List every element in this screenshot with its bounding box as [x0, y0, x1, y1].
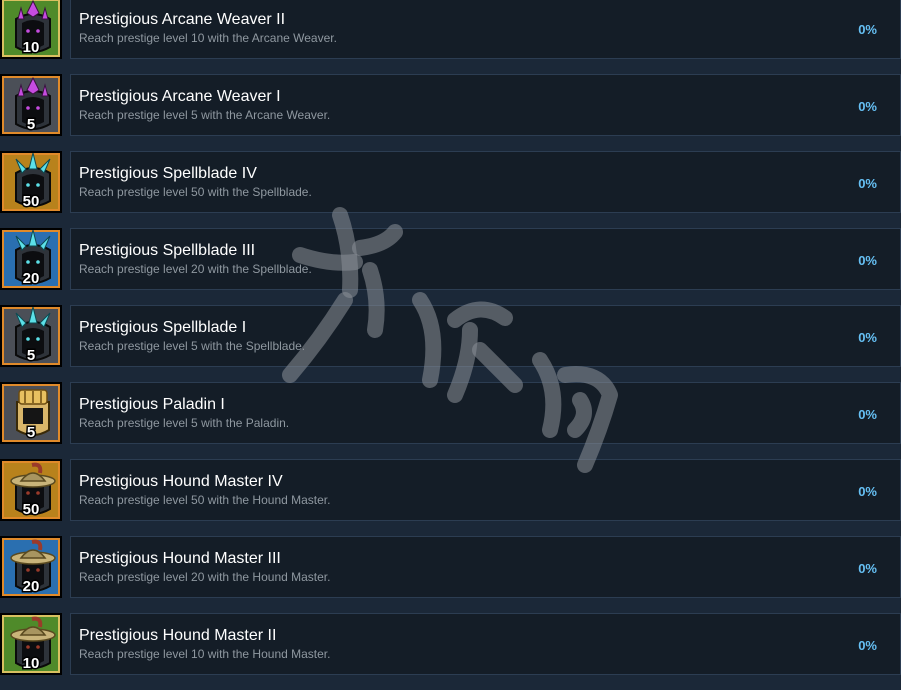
achievement-title: Prestigious Hound Master III [79, 550, 281, 567]
arcane-weaver-icon: 5 [0, 74, 62, 136]
achievement-description: Reach prestige level 50 with the Hound M… [79, 493, 331, 507]
spellblade-icon: 20 [0, 228, 62, 290]
achievement-row[interactable]: 20 Prestigious Hound Master III Reach pr… [0, 536, 901, 613]
achievement-progress: 0% [858, 484, 877, 499]
svg-text:5: 5 [27, 347, 35, 364]
achievement-title: Prestigious Paladin I [79, 396, 225, 413]
achievement-row[interactable]: 10 Prestigious Arcane Weaver II Reach pr… [0, 0, 901, 74]
achievement-row[interactable]: 20 Prestigious Spellblade III Reach pres… [0, 228, 901, 305]
achievement-description: Reach prestige level 20 with the Hound M… [79, 570, 331, 584]
achievement-panel[interactable]: Prestigious Hound Master III Reach prest… [70, 536, 901, 598]
achievement-progress: 0% [858, 407, 877, 422]
spellblade-icon: 50 [0, 151, 62, 213]
achievement-description: Reach prestige level 10 with the Hound M… [79, 647, 331, 661]
paladin-icon: 5 [0, 382, 62, 444]
achievement-description: Reach prestige level 50 with the Spellbl… [79, 185, 312, 199]
achievement-progress: 0% [858, 22, 877, 37]
achievement-title: Prestigious Hound Master II [79, 627, 277, 644]
achievement-panel[interactable]: Prestigious Spellblade III Reach prestig… [70, 228, 901, 290]
achievement-description: Reach prestige level 5 with the Paladin. [79, 416, 290, 430]
achievement-panel[interactable]: Prestigious Hound Master IV Reach presti… [70, 459, 901, 521]
achievement-description: Reach prestige level 5 with the Arcane W… [79, 108, 331, 122]
hound-master-icon: 20 [0, 536, 62, 598]
achievement-panel[interactable]: Prestigious Paladin I Reach prestige lev… [70, 382, 901, 444]
achievement-title: Prestigious Spellblade IV [79, 165, 257, 182]
achievement-progress: 0% [858, 99, 877, 114]
achievement-progress: 0% [858, 561, 877, 576]
svg-text:20: 20 [23, 578, 40, 595]
svg-text:10: 10 [23, 655, 40, 672]
arcane-weaver-icon: 10 [0, 0, 62, 59]
achievement-row[interactable]: 10 Prestigious Hound Master II Reach pre… [0, 613, 901, 690]
achievement-progress: 0% [858, 253, 877, 268]
achievement-title: Prestigious Arcane Weaver II [79, 11, 286, 28]
achievement-panel[interactable]: Prestigious Hound Master II Reach presti… [70, 613, 901, 675]
achievement-title: Prestigious Arcane Weaver I [79, 88, 281, 105]
hound-master-icon: 50 [0, 459, 62, 521]
achievement-title: Prestigious Spellblade I [79, 319, 247, 336]
achievement-progress: 0% [858, 638, 877, 653]
achievement-panel[interactable]: Prestigious Spellblade I Reach prestige … [70, 305, 901, 367]
achievement-row[interactable]: 5 Prestigious Arcane Weaver I Reach pres… [0, 74, 901, 151]
achievement-description: Reach prestige level 10 with the Arcane … [79, 31, 337, 45]
svg-text:5: 5 [27, 116, 35, 133]
hound-master-icon: 10 [0, 613, 62, 675]
svg-text:50: 50 [23, 501, 40, 518]
achievement-description: Reach prestige level 5 with the Spellbla… [79, 339, 306, 353]
achievement-row[interactable]: 50 Prestigious Hound Master IV Reach pre… [0, 459, 901, 536]
achievement-progress: 0% [858, 176, 877, 191]
achievement-title: Prestigious Spellblade III [79, 242, 256, 259]
achievement-title: Prestigious Hound Master IV [79, 473, 283, 490]
achievement-description: Reach prestige level 20 with the Spellbl… [79, 262, 312, 276]
spellblade-icon: 5 [0, 305, 62, 367]
svg-text:10: 10 [23, 39, 40, 56]
achievement-panel[interactable]: Prestigious Arcane Weaver II Reach prest… [70, 0, 901, 59]
achievement-panel[interactable]: Prestigious Spellblade IV Reach prestige… [70, 151, 901, 213]
achievement-list: 10 Prestigious Arcane Weaver II Reach pr… [0, 0, 901, 690]
svg-text:20: 20 [23, 270, 40, 287]
svg-text:50: 50 [23, 193, 40, 210]
achievement-row[interactable]: 5 Prestigious Paladin I Reach prestige l… [0, 382, 901, 459]
achievement-row[interactable]: 50 Prestigious Spellblade IV Reach prest… [0, 151, 901, 228]
achievement-row[interactable]: 5 Prestigious Spellblade I Reach prestig… [0, 305, 901, 382]
achievement-progress: 0% [858, 330, 877, 345]
svg-text:5: 5 [27, 424, 35, 441]
achievement-panel[interactable]: Prestigious Arcane Weaver I Reach presti… [70, 74, 901, 136]
